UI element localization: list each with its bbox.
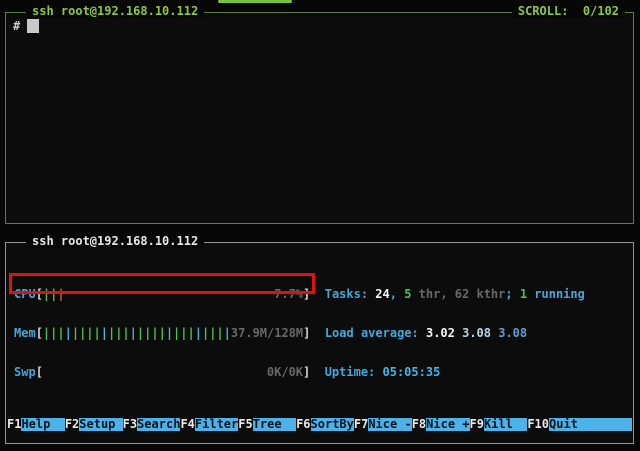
fn-key-f1[interactable]: F1: [7, 418, 21, 431]
terminal-screen: ssh root@192.168.10.112 SCROLL: 0/102 # …: [0, 0, 640, 451]
fn-label-filter[interactable]: Filter: [194, 418, 239, 431]
prompt-char: #: [13, 19, 21, 33]
fn-key-f6[interactable]: F6: [296, 418, 310, 431]
pane-top-shell[interactable]: ssh root@192.168.10.112 SCROLL: 0/102 #: [5, 5, 634, 224]
fn-label-quit[interactable]: Quit: [549, 418, 632, 431]
fn-label-help[interactable]: Help: [21, 418, 65, 431]
fn-label-nice-[interactable]: Nice +: [426, 418, 470, 431]
fn-label-search[interactable]: Search: [137, 418, 181, 431]
fn-key-f7[interactable]: F7: [354, 418, 368, 431]
fn-key-f4[interactable]: F4: [180, 418, 194, 431]
fn-label-sortby[interactable]: SortBy: [310, 418, 354, 431]
fn-key-f5[interactable]: F5: [238, 418, 252, 431]
swp-meter-line: Swp[ 0K/0K] Uptime: 05:05:35: [14, 365, 441, 379]
htop-app: CPU[||| 7.7%] Tasks: 24, 5 thr, 62 kthr;…: [7, 262, 632, 443]
mem-meter-line: Mem[||||||||||||||||||||||||||37.9M/128M…: [14, 326, 528, 340]
fn-key-f10[interactable]: F10: [527, 418, 549, 431]
top-progress-strip: [218, 0, 292, 3]
fn-label-kill[interactable]: Kill: [483, 418, 528, 431]
cpu-meter-line: CPU[||| 7.7%] Tasks: 24, 5 thr, 62 kthr;…: [14, 287, 585, 301]
fn-label-tree[interactable]: Tree: [252, 418, 297, 431]
fn-key-f9[interactable]: F9: [470, 418, 484, 431]
pane-bottom-htop[interactable]: ssh root@192.168.10.112 CPU[||| 7.7%] Ta…: [5, 235, 634, 444]
scroll-indicator: SCROLL: 0/102: [511, 5, 625, 18]
terminal-cursor: [27, 19, 40, 33]
fn-key-f8[interactable]: F8: [412, 418, 426, 431]
pane-top-title: ssh root@192.168.10.112: [26, 5, 205, 18]
fn-label-nice-[interactable]: Nice -: [368, 418, 412, 431]
function-key-bar: F1 Help F2 Setup F3 Search F4 Filter F5 Tree F6…: [7, 418, 632, 431]
fn-key-f3[interactable]: F3: [123, 418, 137, 431]
fn-key-f2[interactable]: F2: [65, 418, 79, 431]
shell-prompt-line[interactable]: #: [13, 19, 40, 33]
pane-bottom-title: ssh root@192.168.10.112: [26, 235, 205, 248]
fn-label-setup[interactable]: Setup: [79, 418, 123, 431]
